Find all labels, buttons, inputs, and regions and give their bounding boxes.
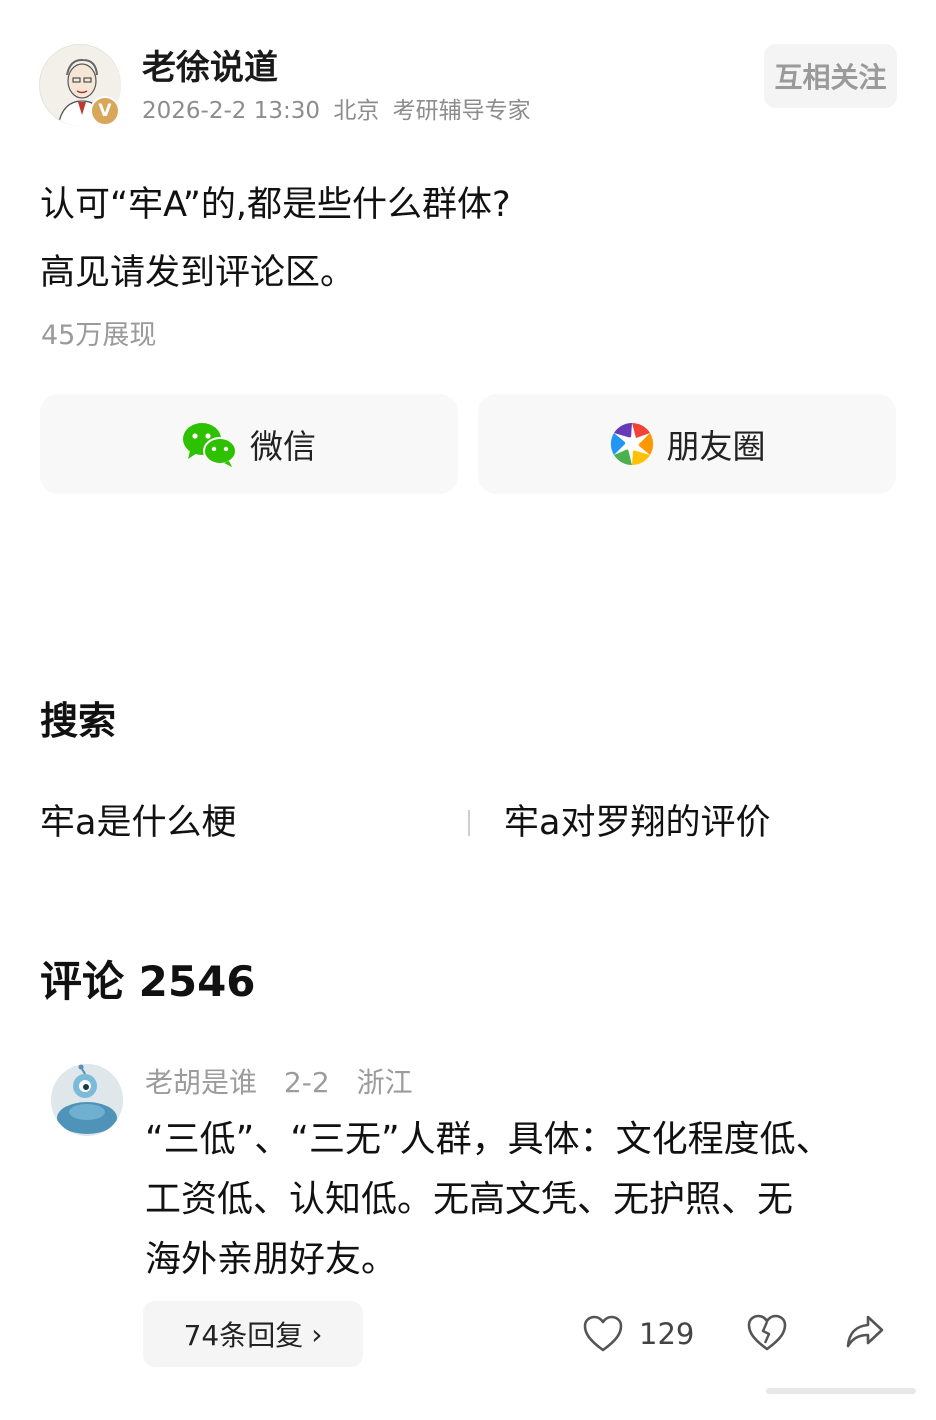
search-divider [468,810,470,836]
comment-text-line-1: “三低”、“三无”人群，具体：文化程度低、 [145,1119,832,1160]
chevron-right-icon: › [311,1317,323,1351]
verified-badge: V [90,96,120,126]
commenter-name[interactable]: 老胡是谁 [145,1066,257,1099]
comment-meta: 老胡是谁 2-2 浙江 [145,1065,431,1101]
search-suggestion[interactable]: 牢a是什么梗 [40,800,236,846]
share-moments-label: 朋友圈 [666,427,766,466]
like-button[interactable]: 129 [583,1312,694,1356]
comment-date: 2-2 [283,1066,330,1099]
author-title: 考研辅导专家 [392,98,531,124]
share-forward-icon[interactable] [845,1313,885,1351]
alien-avatar-icon [51,1064,123,1136]
author-name[interactable]: 老徐说道 [142,46,278,90]
comment-text-line-3: 海外亲朋好友。 [145,1239,398,1280]
replies-label: 74条回复 [183,1319,304,1352]
share-wechat-label: 微信 [250,427,316,466]
commenter-avatar[interactable] [51,1064,123,1136]
share-moments-button[interactable]: 朋友圈 [478,394,896,494]
post-meta: 2026-2-2 13:30 北京 考研辅导专家 [142,96,537,126]
comments-header: 评论 2546 [40,957,256,1006]
home-indicator [766,1388,916,1394]
post-location: 北京 [333,98,380,124]
share-wechat-button[interactable]: 微信 [40,394,458,494]
heart-icon [583,1315,623,1352]
search-suggestion[interactable]: 牢a对罗翔的评价 [504,800,770,846]
follow-button[interactable]: 互相关注 [764,44,897,108]
post-text-line-2: 高见请发到评论区。 [40,253,356,293]
like-count: 129 [639,1317,695,1351]
view-count: 45万展现 [41,320,157,351]
moments-aperture-icon [610,422,653,466]
comment-location: 浙江 [356,1066,413,1099]
search-section-title: 搜索 [40,699,117,743]
broken-heart-icon[interactable] [747,1313,787,1353]
post-date: 2026-2-2 13:30 [142,98,320,124]
view-replies-button[interactable]: 74条回复 › [143,1301,363,1367]
post-text-line-1: 认可“牢A”的,都是些什么群体? [40,185,511,225]
comment-text-line-2: 工资低、认知低。无高文凭、无护照、无 [145,1179,794,1220]
wechat-icon [183,423,237,467]
